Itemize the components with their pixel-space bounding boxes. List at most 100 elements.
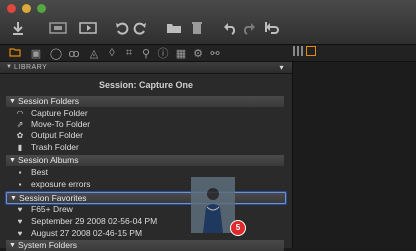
heart-icon: ♥ — [17, 217, 23, 226]
album-item-exposure-errors[interactable]: ▪ exposure errors — [6, 179, 284, 190]
thumbnail-photo-icon — [191, 177, 235, 233]
favorite-item-f65-drew[interactable]: ♥ F65+ Drew — [6, 204, 284, 215]
info-icon: ⓘ — [157, 48, 169, 60]
minimize-window-button[interactable] — [22, 4, 31, 13]
folder-item-label: Move-To Folder — [31, 119, 91, 129]
output-folder-icon: ✿ — [16, 131, 24, 140]
trash-button[interactable] — [190, 18, 204, 38]
section-session-folders[interactable]: ▼ Session Folders — [6, 96, 284, 107]
folder-icon — [9, 47, 21, 60]
folder-item-label: Trash Folder — [31, 142, 79, 152]
rotate-left-icon — [115, 21, 129, 35]
color-circles-icon: ꝏ — [68, 47, 80, 60]
tool-tab-color[interactable]: ꝏ — [67, 46, 81, 60]
section-label: Session Folders — [18, 96, 79, 106]
settings-icon: ⚯ — [210, 47, 220, 60]
grid-icon: ▦ — [175, 47, 187, 60]
album-icon: ▪ — [18, 180, 22, 189]
tool-tab-composition[interactable]: ⌗ — [122, 46, 136, 60]
folder-item-label: Capture Folder — [31, 108, 88, 118]
viewer-mode-icons — [293, 46, 316, 56]
rotate-right-icon — [133, 21, 147, 35]
window-controls — [7, 4, 46, 13]
search-icon: ⚲ — [141, 47, 151, 60]
camera-icon: ▣ — [30, 47, 42, 60]
heart-icon: ♥ — [17, 205, 23, 214]
crop-icon: ⌗ — [125, 46, 133, 59]
folder-icon — [166, 22, 182, 34]
zoom-window-button[interactable] — [37, 4, 46, 13]
window-titlebar — [0, 0, 416, 45]
capture-folder-icon: ◠ — [16, 109, 24, 118]
rotate-right-button[interactable] — [133, 18, 147, 38]
album-item-label: Best — [31, 167, 49, 177]
folder-item-move-to[interactable]: ⇗ Move-To Folder — [6, 119, 284, 130]
heart-icon: ♥ — [17, 229, 23, 238]
collapse-triangle-icon: ▼ — [6, 64, 13, 70]
undo-button[interactable] — [223, 18, 237, 38]
tool-tab-batch[interactable]: ⚯ — [208, 46, 222, 60]
disclosure-triangle-icon: ▼ — [9, 157, 16, 164]
viewer-pane[interactable] — [293, 62, 416, 248]
tool-tabs-bar: ▣ ◯ ꝏ ◬ ◊ ⌗ ⚲ ⓘ ▦ ⚙ ⚯ — [0, 45, 416, 62]
section-system-folders[interactable]: ▼ System Folders — [6, 240, 284, 251]
single-view-icon[interactable] — [306, 46, 316, 56]
import-button[interactable] — [10, 18, 26, 38]
disclosure-triangle-icon: ▼ — [10, 195, 17, 202]
tool-tab-capture[interactable]: ▣ — [29, 46, 43, 60]
gear-icon: ⚙ — [193, 47, 203, 60]
drag-count-badge: 5 — [230, 220, 246, 236]
tool-tab-library[interactable] — [8, 46, 22, 60]
folder-item-label: Output Folder — [31, 130, 83, 140]
tool-tab-adjustments[interactable]: ⓘ — [156, 46, 170, 60]
session-title: Session: Capture One — [98, 80, 194, 90]
section-label: System Folders — [18, 240, 78, 250]
exposure-icon: ◬ — [89, 47, 99, 60]
tool-tab-exposure[interactable]: ◬ — [87, 46, 101, 60]
tool-tab-output[interactable]: ⚙ — [191, 46, 205, 60]
download-arrow-icon — [12, 21, 24, 35]
magnifier-icon: ◯ — [49, 47, 63, 60]
rotate-left-button[interactable] — [115, 18, 129, 38]
process-icon — [79, 22, 97, 34]
favorite-item-label: F65+ Drew — [31, 204, 73, 214]
dragged-thumbnail[interactable] — [191, 177, 235, 233]
album-icon: ▪ — [18, 168, 22, 177]
reset-button[interactable] — [265, 18, 279, 38]
disclosure-triangle-icon: ▼ — [9, 98, 16, 105]
folder-item-output[interactable]: ✿ Output Folder — [6, 130, 284, 141]
move-to-folder-icon: ⇗ — [16, 120, 24, 129]
folder-button[interactable] — [166, 18, 182, 38]
lens-icon: ◊ — [109, 47, 115, 59]
trash-icon — [191, 21, 203, 35]
folder-item-trash[interactable]: ▮ Trash Folder — [6, 142, 284, 153]
capture-button[interactable] — [48, 18, 68, 38]
library-panel: ▼ LIBRARY ▾ Session: Capture One ▼ Sessi… — [0, 62, 293, 251]
library-header[interactable]: ▼ LIBRARY ▾ — [0, 62, 292, 74]
section-label: Session Favorites — [19, 193, 87, 203]
library-header-label: LIBRARY — [14, 64, 48, 71]
favorite-item-label: August 27 2008 02-46-15 PM — [31, 228, 143, 238]
tool-tab-metadata[interactable]: ▦ — [174, 46, 188, 60]
disclosure-triangle-icon: ▼ — [9, 242, 16, 249]
tool-tab-details[interactable]: ⚲ — [139, 46, 153, 60]
album-item-best[interactable]: ▪ Best — [6, 167, 284, 178]
trash-icon: ▮ — [17, 143, 23, 152]
reset-icon — [265, 21, 279, 35]
tool-tab-lens[interactable]: ◊ — [105, 46, 119, 60]
capture-icon — [49, 22, 67, 34]
section-session-albums[interactable]: ▼ Session Albums — [6, 155, 284, 166]
redo-icon — [242, 21, 256, 35]
dropdown-arrow-icon[interactable]: ▾ — [279, 63, 284, 72]
undo-icon — [223, 21, 237, 35]
favorite-item-label: September 29 2008 02-56-04 PM — [31, 216, 158, 226]
section-session-favorites[interactable]: ▼ Session Favorites — [6, 192, 286, 204]
tool-tab-quick[interactable]: ◯ — [49, 46, 63, 60]
grid-view-icon[interactable] — [293, 46, 303, 56]
close-window-button[interactable] — [7, 4, 16, 13]
process-button[interactable] — [78, 18, 98, 38]
redo-button[interactable] — [242, 18, 256, 38]
folder-item-capture[interactable]: ◠ Capture Folder — [6, 108, 284, 119]
section-label: Session Albums — [18, 155, 79, 165]
album-item-label: exposure errors — [31, 179, 91, 189]
